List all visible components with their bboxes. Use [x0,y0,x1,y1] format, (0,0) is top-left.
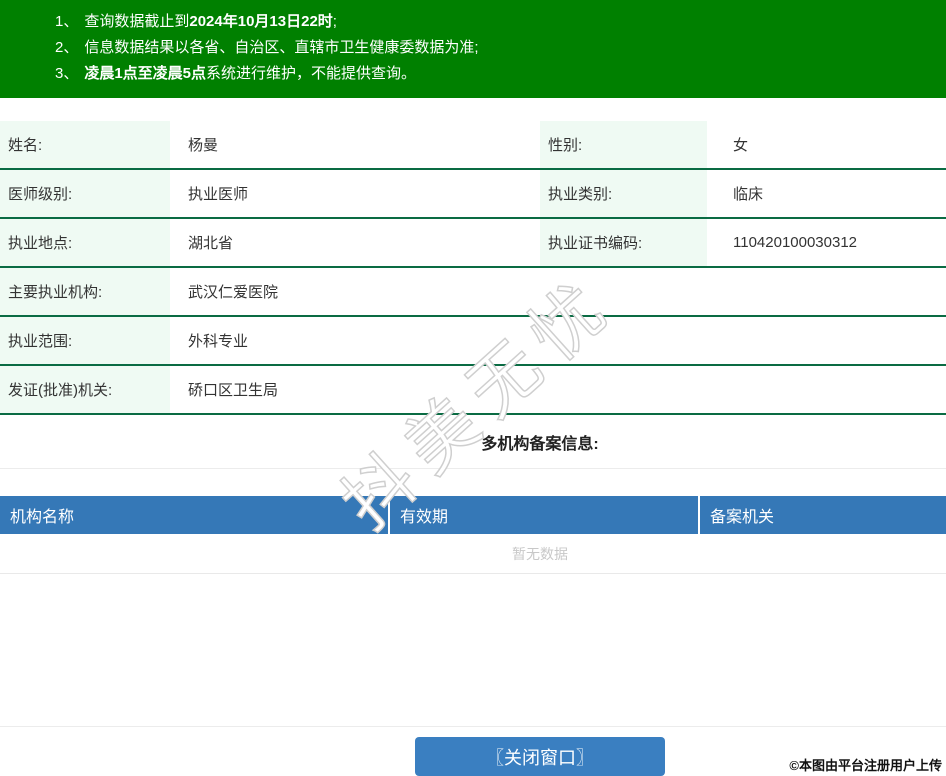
certificate-number-value: 110420100030312 [733,234,858,251]
table-row: 姓名: 杨曼 性别: 女 [0,121,946,170]
practice-scope-label: 执业范围: [0,317,170,364]
main-institution-value: 武汉仁爱医院 [188,284,279,301]
table-row: 执业范围: 外科专业 [0,317,946,366]
practice-scope-value: 外科专业 [188,333,249,350]
doctor-level-label: 医师级别: [0,170,170,217]
records-table-header: 机构名称 有效期 备案机关 [0,496,946,534]
practitioner-info-table: 姓名: 杨曼 性别: 女 医师级别: 执业医师 执业类别: 临床 执业地点: 湖… [0,121,946,415]
notice-banner: 1、 查询数据截止到2024年10月13日22时; 2、 信息数据结果以各省、自治区… [0,0,946,98]
name-label: 姓名: [0,121,170,168]
doctor-level-value: 执业医师 [188,186,249,203]
content-container: 1、 查询数据截止到2024年10月13日22时; 2、 信息数据结果以各省、自治区… [0,0,946,776]
table-row: 主要执业机构: 武汉仁爱医院 [0,268,946,317]
notice-text: 查询数据截止到 [84,13,190,30]
no-data-message: 暂无数据 [0,534,946,574]
copyright-stamp: ©本图由平台注册用户上传 [789,758,942,773]
practice-category-label: 执业类别: [540,170,707,217]
practice-location-label: 执业地点: [0,219,170,266]
notice-number: 3、 [55,65,79,82]
column-header-institution: 机构名称 [0,496,390,534]
notice-number: 1、 [55,13,79,30]
license-query-result-page: 1、 查询数据截止到2024年10月13日22时; 2、 信息数据结果以各省、自治区… [0,0,946,776]
notice-text-bold: 2024年10月13日22时 [189,13,333,30]
gender-label: 性别: [540,121,707,168]
notice-text: ; [332,13,337,30]
column-header-filing-authority: 备案机关 [710,509,775,526]
notice-line: 1、 查询数据截止到2024年10月13日22时; [55,9,946,35]
close-window-button[interactable]: 〖关闭窗口〗 [415,737,665,776]
notice-text-bold: 凌晨1点至凌晨5点 [84,65,207,82]
certificate-number-label: 执业证书编码: [540,219,707,266]
issuing-authority-value: 硚口区卫生局 [188,382,279,399]
issuing-authority-label: 发证(批准)机关: [0,366,170,413]
table-row: 发证(批准)机关: 硚口区卫生局 [0,366,946,415]
notice-line: 3、 凌晨1点至凌晨5点系统进行维护，不能提供查询。 [55,61,946,87]
divider [0,468,946,469]
main-institution-label: 主要执业机构: [0,268,170,315]
practice-location-value: 湖北省 [188,235,234,252]
practice-category-value: 临床 [733,186,764,203]
notice-text: 系统进行维护，不能提供查询。 [206,65,417,82]
notice-line: 2、 信息数据结果以各省、自治区、直辖市卫生健康委数据为准; [55,35,946,61]
multi-institution-section-title: 多机构备案信息: [481,436,599,453]
column-header-validity: 有效期 [390,496,700,534]
table-row: 医师级别: 执业医师 执业类别: 临床 [0,170,946,219]
name-value: 杨曼 [188,137,219,154]
gender-value: 女 [733,137,749,154]
notice-text: 信息数据结果以各省、自治区、直辖市卫生健康委数据为准; [84,39,479,56]
table-row: 执业地点: 湖北省 执业证书编码: 110420100030312 [0,219,946,268]
notice-number: 2、 [55,39,79,56]
